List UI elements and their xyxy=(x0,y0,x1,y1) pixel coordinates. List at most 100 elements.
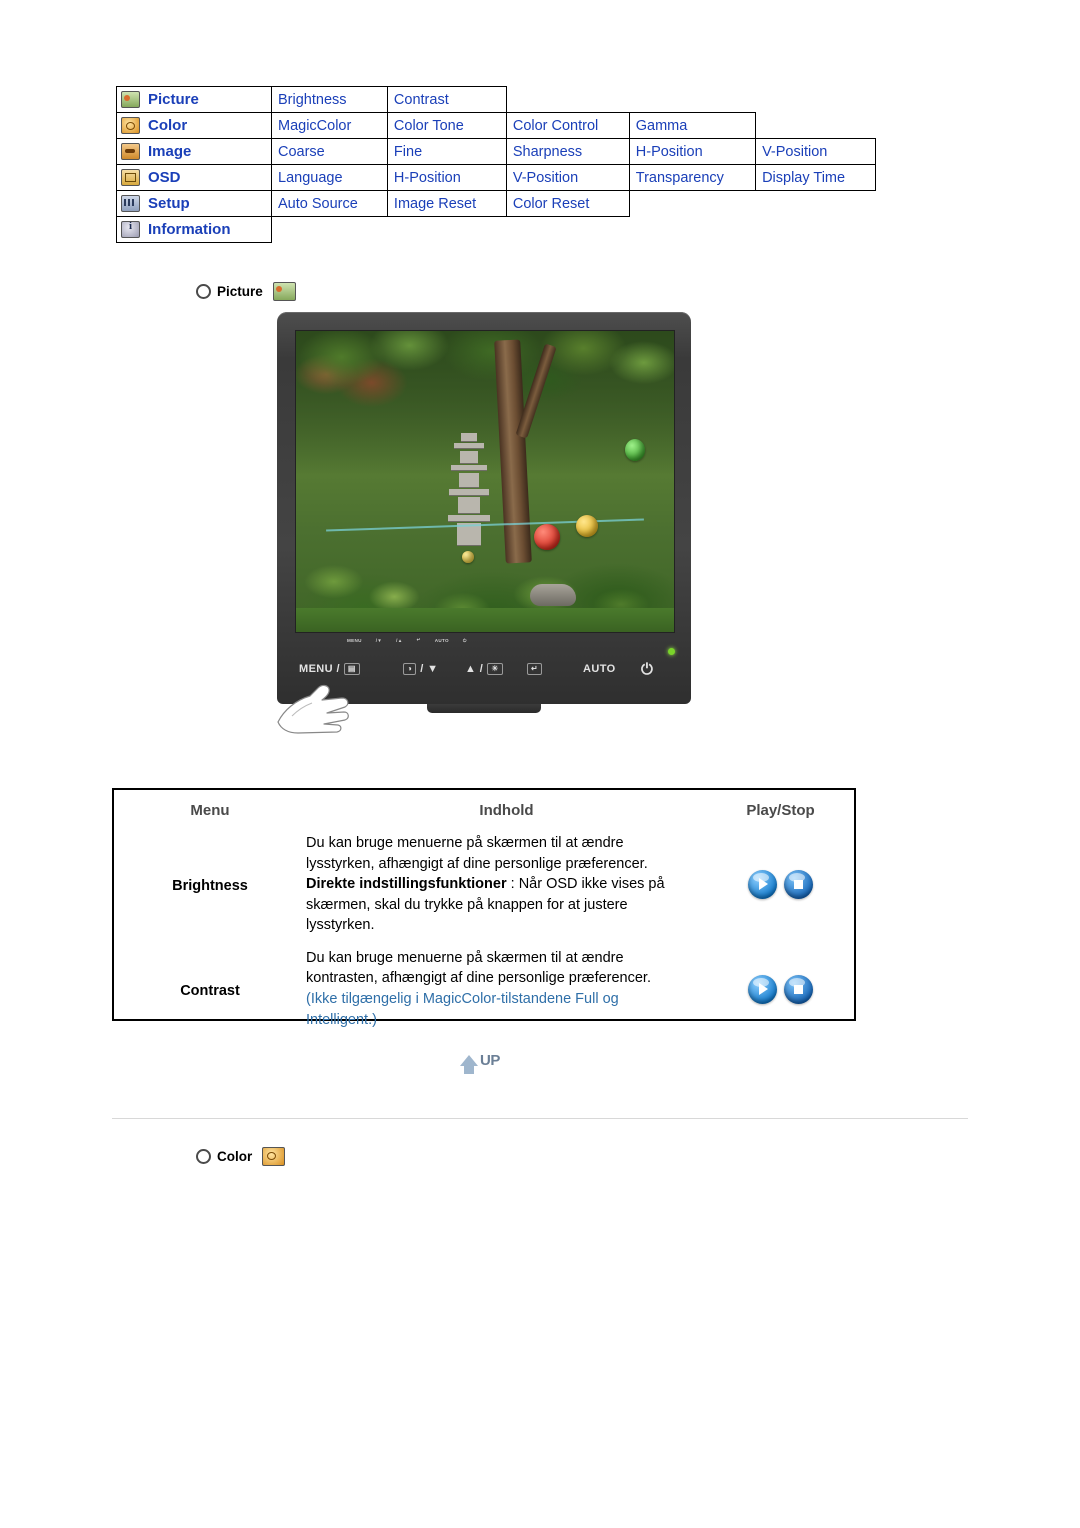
menu-category-label: OSD xyxy=(148,169,181,186)
menu-category-picture[interactable]: Picture xyxy=(116,86,272,113)
menu-map-spacer xyxy=(506,217,629,243)
desc-line: Du kan bruge menuerne på skærmen til at … xyxy=(306,949,624,966)
picture-icon xyxy=(272,282,296,301)
menu-category-color[interactable]: Color xyxy=(116,112,272,139)
brightness-glyph-icon: ☀ xyxy=(487,663,503,675)
setup-icon xyxy=(121,195,140,212)
menu-item-contrast[interactable]: Contrast xyxy=(386,86,507,113)
desc-line: lysstyrken. xyxy=(306,917,375,934)
stop-button-icon[interactable] xyxy=(784,974,813,1004)
row-controls xyxy=(707,944,854,1038)
column-header-menu: Menu xyxy=(190,802,230,819)
play-button-icon[interactable] xyxy=(748,869,777,899)
menu-category-label: Color xyxy=(148,117,188,134)
up-button-label: UP xyxy=(480,1051,500,1069)
monitor-body: MENU /▼ /▲ ↵ AUTO ⏻ MENU / ▤ ◑ / ▼ ▲ / ☀ ↵… xyxy=(277,312,691,704)
row-controls xyxy=(707,829,854,944)
bezel-label-power: ⏻ xyxy=(462,637,467,643)
menu-map-spacer xyxy=(756,87,876,113)
down-button[interactable]: ◑ / ▼ xyxy=(403,663,465,675)
menu-map-spacer xyxy=(387,217,506,243)
menu-item-osd-v-position[interactable]: V-Position xyxy=(505,164,630,191)
desc-line-suffix: : Når OSD ikke vises på xyxy=(506,876,665,893)
desc-line-bold: Direkte indstillingsfunktioner xyxy=(306,876,507,893)
menu-item-transparency[interactable]: Transparency xyxy=(628,164,757,191)
description-table: Menu Indhold Play/Stop Brightness Du kan… xyxy=(112,788,856,1028)
pointing-hand-illustration xyxy=(277,684,349,734)
auto-button[interactable]: AUTO xyxy=(583,663,641,675)
bezel-label-menu: MENU xyxy=(347,637,362,643)
menu-map-spacer xyxy=(506,87,629,113)
row-menu-label: Contrast xyxy=(180,983,240,1000)
desc-line: skærmen, skal du trykke på knappen for a… xyxy=(306,896,628,913)
section-heading-label: Picture xyxy=(217,284,263,299)
power-glyph-icon: ⏻ xyxy=(641,660,654,678)
menu-category-information[interactable]: Information xyxy=(116,216,272,243)
row-description: Du kan bruge menuerne på skærmen til at … xyxy=(306,944,707,1038)
color-icon xyxy=(121,117,140,134)
menu-item-v-position[interactable]: V-Position xyxy=(755,138,876,165)
description-row-contrast: Contrast Du kan bruge menuerne på skærme… xyxy=(114,944,854,1038)
menu-item-sharpness[interactable]: Sharpness xyxy=(505,138,630,165)
menu-category-label: Picture xyxy=(148,91,199,108)
menu-map-spacer xyxy=(756,113,876,139)
menu-map-spacer xyxy=(629,191,755,217)
desc-line: Du kan bruge menuerne på skærmen til at … xyxy=(306,835,624,851)
menu-item-fine[interactable]: Fine xyxy=(386,138,507,165)
menu-map-spacer xyxy=(629,217,755,243)
menu-item-gamma[interactable]: Gamma xyxy=(628,112,757,139)
up-button-monitor[interactable]: ▲ / ☀ xyxy=(465,663,527,675)
image-icon xyxy=(121,143,140,160)
menu-category-label: Image xyxy=(148,143,192,160)
menu-item-image-reset[interactable]: Image Reset xyxy=(386,190,507,217)
bezel-label-down: /▼ xyxy=(375,637,383,643)
red-lantern xyxy=(534,523,561,550)
menu-item-coarse[interactable]: Coarse xyxy=(271,138,388,165)
menu-map-row: Setup Auto Source Image Reset Color Rese… xyxy=(116,190,876,217)
bezel-label-up: /▲ xyxy=(396,637,403,643)
menu-category-osd[interactable]: OSD xyxy=(116,164,272,191)
yellow-lantern xyxy=(575,514,598,537)
menu-category-setup[interactable]: Setup xyxy=(116,190,272,217)
bullet-ring-icon xyxy=(196,284,211,299)
menu-item-color-tone[interactable]: Color Tone xyxy=(386,112,507,139)
bezel-label-strip: MENU /▼ /▲ ↵ AUTO ⏻ xyxy=(295,634,725,646)
info-icon xyxy=(121,221,140,238)
power-led-indicator xyxy=(668,648,675,655)
menu-category-image[interactable]: Image xyxy=(116,138,272,165)
monitor-illustration: MENU /▼ /▲ ↵ AUTO ⏻ MENU / ▤ ◑ / ▼ ▲ / ☀ ↵… xyxy=(277,312,691,734)
section-heading-color: Color xyxy=(196,1147,286,1166)
menu-item-h-position[interactable]: H-Position xyxy=(628,138,757,165)
menu-item-language[interactable]: Language xyxy=(271,164,388,191)
enter-button[interactable]: ↵ xyxy=(527,663,583,675)
menu-category-label: Information xyxy=(148,221,231,238)
menu-item-auto-source[interactable]: Auto Source xyxy=(271,190,388,217)
up-arrow-icon xyxy=(460,1054,478,1074)
menu-item-osd-h-position[interactable]: H-Position xyxy=(386,164,507,191)
menu-map-spacer xyxy=(756,191,876,217)
menu-item-color-reset[interactable]: Color Reset xyxy=(505,190,630,217)
row-description: Du kan bruge menuerne på skærmen til at … xyxy=(306,829,707,944)
menu-item-display-time[interactable]: Display Time xyxy=(755,164,876,191)
color-icon xyxy=(262,1147,286,1166)
menu-map-row: Image Coarse Fine Sharpness H-Position V… xyxy=(116,138,876,165)
up-button[interactable]: UP xyxy=(460,1046,512,1074)
bezel-label-enter: ↵ xyxy=(416,637,421,642)
menu-item-magiccolor[interactable]: MagicColor xyxy=(271,112,388,139)
description-header-row: Menu Indhold Play/Stop xyxy=(114,790,854,829)
column-header-indhold: Indhold xyxy=(479,802,534,819)
menu-item-color-control[interactable]: Color Control xyxy=(505,112,630,139)
section-heading-label: Color xyxy=(217,1149,253,1164)
section-divider xyxy=(112,1118,968,1119)
menu-map-spacer xyxy=(629,87,755,113)
stop-button-icon[interactable] xyxy=(784,869,813,899)
small-lantern xyxy=(462,550,475,563)
picture-icon xyxy=(121,91,140,108)
row-menu-label: Brightness xyxy=(172,878,248,895)
menu-map-spacer xyxy=(272,217,388,243)
play-button-icon[interactable] xyxy=(748,974,777,1004)
bezel-label-auto: AUTO xyxy=(434,637,449,643)
menu-item-brightness[interactable]: Brightness xyxy=(271,86,388,113)
menu-map-table: Picture Brightness Contrast Color MagicC… xyxy=(116,86,876,243)
power-button[interactable]: ⏻ xyxy=(641,661,653,678)
